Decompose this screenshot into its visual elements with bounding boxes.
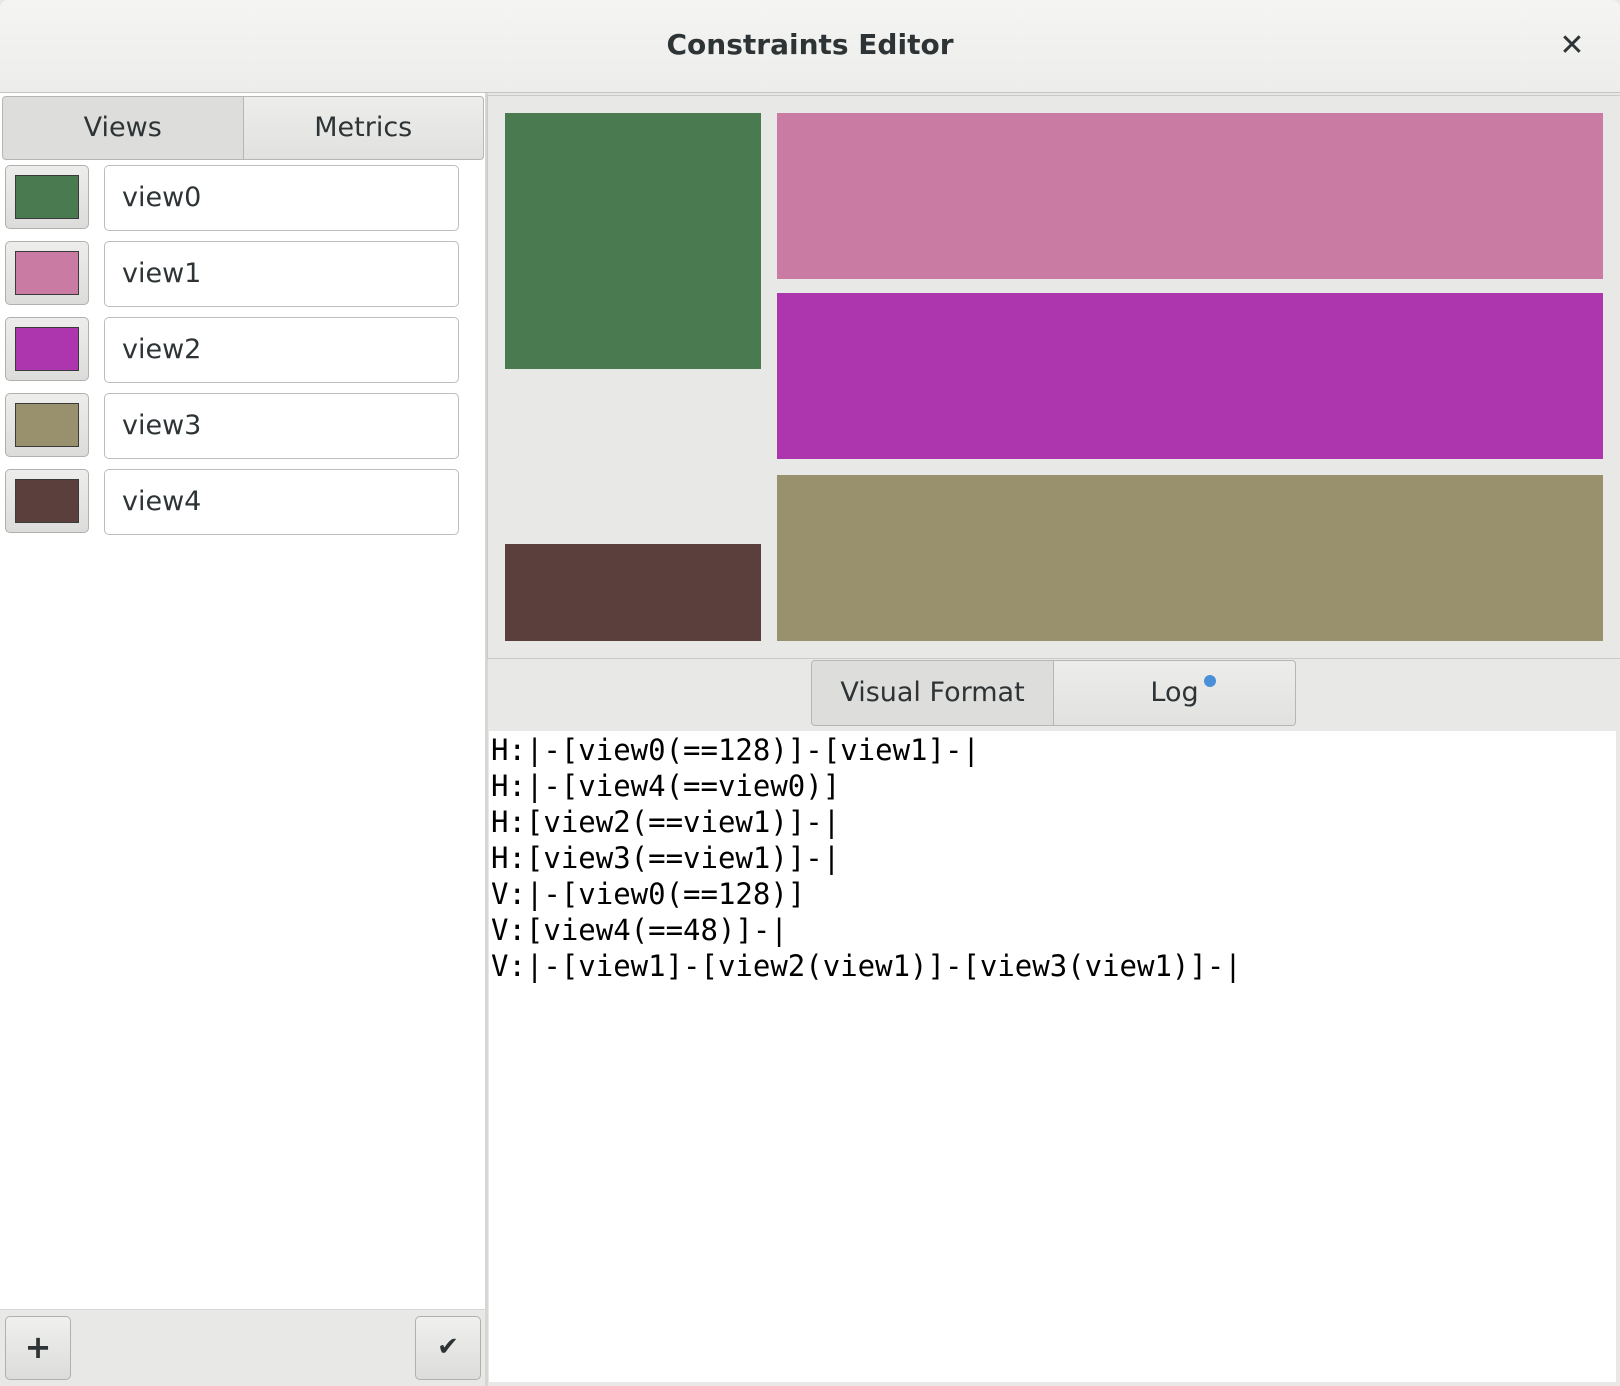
text-line: H:[view2(==view1)]-| xyxy=(491,805,841,839)
color-button-view2[interactable] xyxy=(5,317,89,381)
text-line: V:|-[view0(==128)] xyxy=(491,877,806,911)
tab-views[interactable]: Views xyxy=(2,96,244,160)
sidebar-footer: + ✔ xyxy=(0,1309,485,1386)
constraints-editor-window: Constraints Editor ✕ Views Metrics view0… xyxy=(0,0,1620,1386)
color-button-view1[interactable] xyxy=(5,241,89,305)
tab-metrics[interactable]: Metrics xyxy=(243,96,484,160)
preview-view3 xyxy=(777,475,1603,641)
color-button-view4[interactable] xyxy=(5,469,89,533)
text-line: H:|-[view0(==128)]-[view1]-| xyxy=(491,733,980,767)
preview-view0 xyxy=(505,113,761,369)
color-swatch xyxy=(15,327,79,371)
list-item: view3 xyxy=(0,393,485,469)
view-name-field[interactable]: view4 xyxy=(104,469,459,535)
text-line: H:|-[view4(==view0)] xyxy=(491,769,841,803)
text-line: H:[view3(==view1)]-| xyxy=(491,841,841,875)
sidebar-stack-switcher: Views Metrics xyxy=(2,96,484,160)
tab-visual-format[interactable]: Visual Format xyxy=(811,660,1054,726)
color-swatch xyxy=(15,403,79,447)
window-title: Constraints Editor xyxy=(666,28,954,61)
text-line: V:[view4(==48)]-| xyxy=(491,913,788,947)
list-item: view4 xyxy=(0,469,485,545)
view-name-field[interactable]: view3 xyxy=(104,393,459,459)
view-name-field[interactable]: view0 xyxy=(104,165,459,231)
text-line: V:|-[view1]-[view2(view1)]-[view3(view1)… xyxy=(491,949,1242,983)
tab-log[interactable]: Log xyxy=(1054,660,1296,726)
view-name-field[interactable]: view2 xyxy=(104,317,459,383)
preview-view2 xyxy=(777,293,1603,459)
apply-button[interactable]: ✔ xyxy=(415,1316,481,1380)
layout-preview-canvas xyxy=(487,95,1620,659)
preview-view1 xyxy=(777,113,1603,279)
color-swatch xyxy=(15,479,79,523)
list-item: view0 xyxy=(0,165,485,241)
view-name-field[interactable]: view1 xyxy=(104,241,459,307)
needs-attention-dot-icon xyxy=(1204,675,1216,687)
color-swatch xyxy=(15,175,79,219)
list-item: view1 xyxy=(0,241,485,317)
checkmark-icon: ✔ xyxy=(437,1332,459,1362)
color-button-view3[interactable] xyxy=(5,393,89,457)
color-swatch xyxy=(15,251,79,295)
view-list: view0 view1 view2 view3 view4 xyxy=(0,165,485,545)
sidebar: Views Metrics view0 view1 view2 view3 vi… xyxy=(0,93,488,1386)
tab-log-label: Log xyxy=(1150,677,1199,708)
bottom-stack-switcher: Visual Format Log xyxy=(811,660,1296,726)
list-item: view2 xyxy=(0,317,485,393)
color-button-view0[interactable] xyxy=(5,165,89,229)
plus-icon: + xyxy=(24,1328,52,1366)
add-view-button[interactable]: + xyxy=(5,1316,71,1380)
preview-view4 xyxy=(505,544,761,641)
titlebar: Constraints Editor ✕ xyxy=(0,0,1620,93)
visual-format-textview[interactable]: H:|-[view0(==128)]-[view1]-| H:|-[view4(… xyxy=(489,731,1616,1382)
close-icon[interactable]: ✕ xyxy=(1550,24,1594,68)
